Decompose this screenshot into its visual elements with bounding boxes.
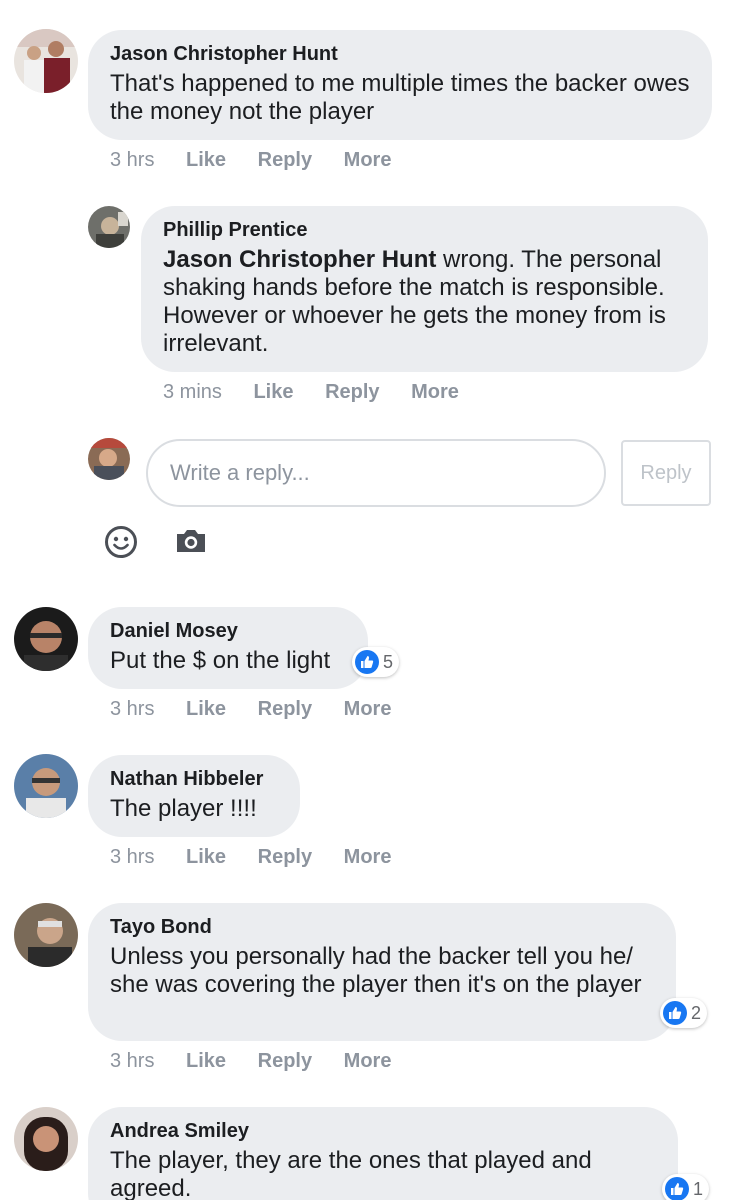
reply-button[interactable]: Reply [258, 149, 312, 172]
reply-input[interactable]: Write a reply... [146, 439, 606, 507]
comment-actions: 3 hrs Like Reply More [110, 149, 417, 172]
reply-button[interactable]: Reply [258, 1050, 312, 1073]
thumbs-up-icon [665, 1177, 689, 1200]
comment-bubble: Tayo Bond Unless you personally had the … [88, 903, 676, 1041]
avatar[interactable] [14, 903, 78, 967]
reaction-badge[interactable]: 2 [660, 998, 708, 1028]
like-button[interactable]: Like [186, 698, 226, 721]
like-button[interactable]: Like [186, 1050, 226, 1073]
like-button[interactable]: Like [186, 846, 226, 869]
comment-author[interactable]: Andrea Smiley [110, 1119, 656, 1143]
comment-time[interactable]: 3 hrs [110, 698, 154, 721]
comment-author[interactable]: Tayo Bond [110, 915, 654, 939]
comment-text: The player !!!! [110, 795, 257, 822]
comment-actions: 3 hrs Like Reply More [110, 846, 417, 869]
thumbs-up-icon [355, 650, 379, 674]
thumbs-up-icon [663, 1001, 687, 1025]
comment-author[interactable]: Jason Christopher Hunt [110, 42, 690, 66]
comment-bubble: Andrea Smiley The player, they are the o… [88, 1107, 678, 1200]
avatar[interactable] [14, 1107, 78, 1171]
reply-button[interactable]: Reply [325, 381, 379, 404]
comment-bubble: Nathan Hibbeler The player !!!! [88, 755, 300, 837]
smiley-icon[interactable] [104, 525, 138, 564]
more-button[interactable]: More [344, 846, 392, 869]
avatar[interactable] [14, 607, 78, 671]
reaction-count: 2 [691, 1002, 702, 1023]
comment-time[interactable]: 3 hrs [110, 149, 154, 172]
reply-submit-button[interactable]: Reply [621, 440, 711, 506]
comment-actions: 3 hrs Like Reply More [110, 698, 417, 721]
comment-text: The player, they are the ones that playe… [110, 1147, 592, 1200]
avatar [88, 438, 130, 480]
like-button[interactable]: Like [253, 381, 293, 404]
reply-button[interactable]: Reply [258, 846, 312, 869]
comment-author[interactable]: Phillip Prentice [163, 218, 686, 242]
avatar[interactable] [88, 206, 130, 248]
more-button[interactable]: More [411, 381, 459, 404]
comment-text: Unless you personally had the backer tel… [110, 943, 642, 998]
comment-bubble: Jason Christopher Hunt That's happened t… [88, 30, 712, 140]
comments-thread: Jason Christopher Hunt That's happened t… [0, 0, 729, 1200]
comment-text: That's happened to me multiple times the… [110, 70, 690, 125]
comment-text: Jason Christopher Hunt wrong. The person… [163, 246, 686, 358]
comment-time[interactable]: 3 mins [163, 381, 222, 404]
avatar[interactable] [14, 29, 78, 93]
comment-bubble: Daniel Mosey Put the $ on the light [88, 607, 368, 689]
comment-actions: 3 hrs Like Reply More [110, 1050, 417, 1073]
mention-link[interactable]: Jason Christopher Hunt [163, 246, 436, 273]
reaction-badge[interactable]: 5 [352, 647, 400, 677]
reaction-count: 5 [383, 651, 394, 672]
reaction-count: 1 [693, 1178, 704, 1199]
like-button[interactable]: Like [186, 149, 226, 172]
reply-button[interactable]: Reply [258, 698, 312, 721]
comment-text: Put the $ on the light [110, 647, 331, 674]
comment-author[interactable]: Daniel Mosey [110, 619, 346, 643]
more-button[interactable]: More [344, 698, 392, 721]
reaction-badge[interactable]: 1 [662, 1174, 710, 1200]
comment-author[interactable]: Nathan Hibbeler [110, 767, 278, 791]
comment-actions: 3 mins Like Reply More [163, 381, 485, 404]
more-button[interactable]: More [344, 149, 392, 172]
comment-bubble: Phillip Prentice Jason Christopher Hunt … [141, 206, 708, 372]
more-button[interactable]: More [344, 1050, 392, 1073]
comment-time[interactable]: 3 hrs [110, 846, 154, 869]
camera-icon[interactable] [174, 527, 208, 560]
avatar[interactable] [14, 754, 78, 818]
comment-time[interactable]: 3 hrs [110, 1050, 154, 1073]
